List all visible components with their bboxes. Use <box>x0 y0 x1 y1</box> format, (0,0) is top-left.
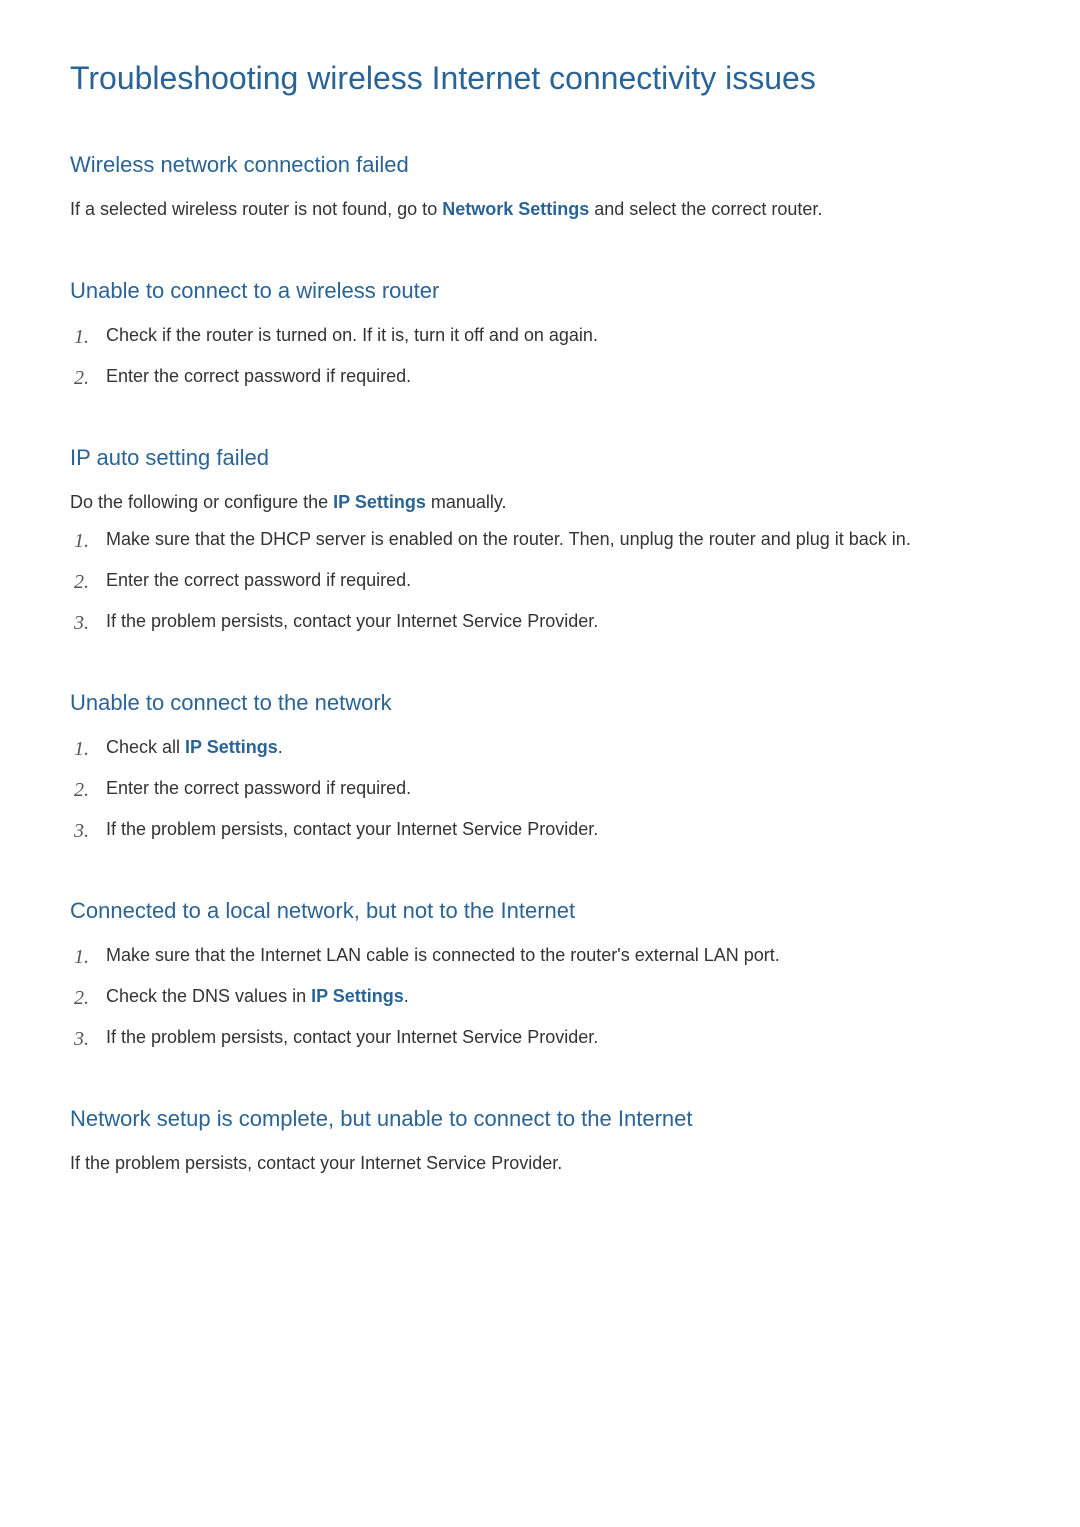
section-intro: If the problem persists, contact your In… <box>70 1150 1010 1177</box>
page-title: Troubleshooting wireless Internet connec… <box>70 60 1010 97</box>
step-item: Enter the correct password if required. <box>70 567 1010 594</box>
section-heading: Unable to connect to the network <box>70 690 1010 716</box>
section-heading: Network setup is complete, but unable to… <box>70 1106 1010 1132</box>
section: Unable to connect to the network Check al… <box>70 690 1010 843</box>
step-item: Enter the correct password if required. <box>70 363 1010 390</box>
intro-segment-text: manually. <box>426 492 507 512</box>
sections-container: Wireless network connection failed If a s… <box>70 152 1010 1177</box>
steps-list: Make sure that the DHCP server is enable… <box>70 526 1010 635</box>
section: IP auto setting failed Do the following o… <box>70 445 1010 635</box>
section-heading: Connected to a local network, but not to… <box>70 898 1010 924</box>
section-heading: IP auto setting failed <box>70 445 1010 471</box>
section: Unable to connect to a wireless router Ch… <box>70 278 1010 390</box>
intro-segment-text: If the problem persists, contact your In… <box>70 1153 562 1173</box>
intro-segment-text: and select the correct router. <box>589 199 822 219</box>
step-segment-text: Check all <box>106 737 185 757</box>
section-heading: Wireless network connection failed <box>70 152 1010 178</box>
step-segment-text: Enter the correct password if required. <box>106 778 411 798</box>
section: Wireless network connection failed If a s… <box>70 152 1010 223</box>
step-segment-text: Make sure that the Internet LAN cable is… <box>106 945 780 965</box>
step-segment-text: Make sure that the DHCP server is enable… <box>106 529 911 549</box>
step-item: Enter the correct password if required. <box>70 775 1010 802</box>
section-heading: Unable to connect to a wireless router <box>70 278 1010 304</box>
intro-segment-link[interactable]: Network Settings <box>442 199 589 219</box>
section: Network setup is complete, but unable to… <box>70 1106 1010 1177</box>
step-segment-text: Enter the correct password if required. <box>106 366 411 386</box>
steps-list: Check if the router is turned on. If it … <box>70 322 1010 390</box>
step-segment-link[interactable]: IP Settings <box>311 986 404 1006</box>
step-item: If the problem persists, contact your In… <box>70 1024 1010 1051</box>
step-segment-text: Enter the correct password if required. <box>106 570 411 590</box>
section-intro: Do the following or configure the IP Set… <box>70 489 1010 516</box>
step-segment-text: . <box>278 737 283 757</box>
step-item: If the problem persists, contact your In… <box>70 608 1010 635</box>
intro-segment-link[interactable]: IP Settings <box>333 492 426 512</box>
step-item: Make sure that the Internet LAN cable is… <box>70 942 1010 969</box>
section: Connected to a local network, but not to… <box>70 898 1010 1051</box>
intro-segment-text: Do the following or configure the <box>70 492 333 512</box>
section-intro: If a selected wireless router is not fou… <box>70 196 1010 223</box>
step-item: Check if the router is turned on. If it … <box>70 322 1010 349</box>
step-segment-text: If the problem persists, contact your In… <box>106 1027 598 1047</box>
step-segment-text: Check if the router is turned on. If it … <box>106 325 598 345</box>
step-item: Check all IP Settings. <box>70 734 1010 761</box>
step-segment-text: If the problem persists, contact your In… <box>106 819 598 839</box>
steps-list: Check all IP Settings. Enter the correct … <box>70 734 1010 843</box>
intro-segment-text: If a selected wireless router is not fou… <box>70 199 442 219</box>
step-item: Make sure that the DHCP server is enable… <box>70 526 1010 553</box>
step-segment-text: Check the DNS values in <box>106 986 311 1006</box>
step-item: If the problem persists, contact your In… <box>70 816 1010 843</box>
step-segment-text: If the problem persists, contact your In… <box>106 611 598 631</box>
step-item: Check the DNS values in IP Settings. <box>70 983 1010 1010</box>
steps-list: Make sure that the Internet LAN cable is… <box>70 942 1010 1051</box>
step-segment-link[interactable]: IP Settings <box>185 737 278 757</box>
step-segment-text: . <box>404 986 409 1006</box>
